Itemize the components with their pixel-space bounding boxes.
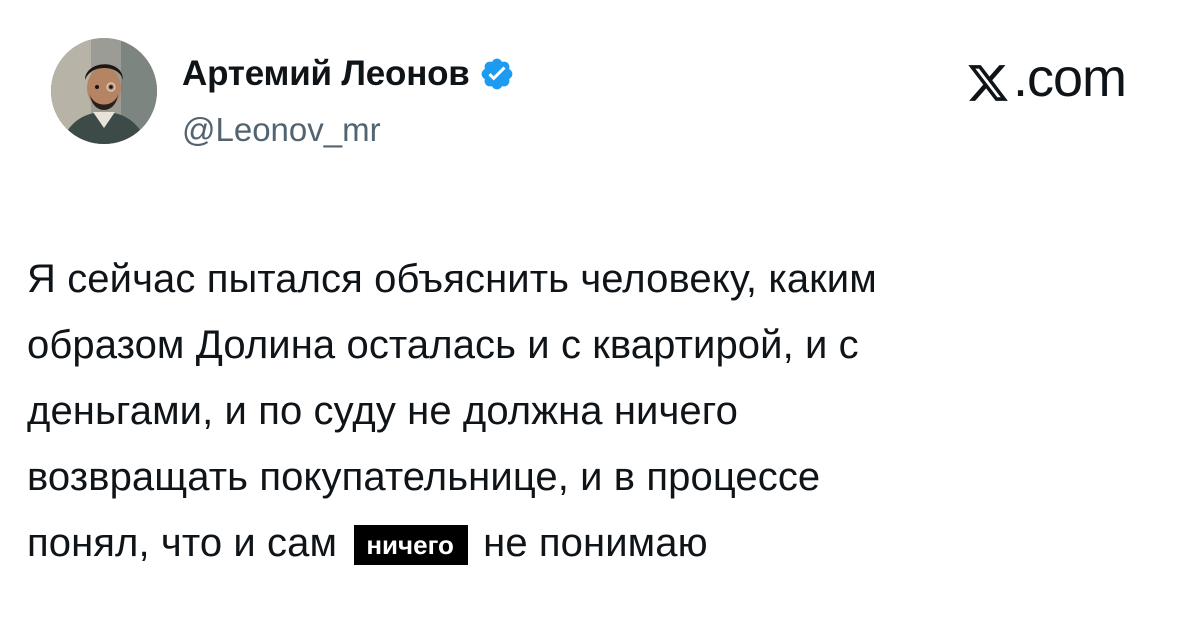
site-logo: .com <box>966 48 1127 108</box>
tweet-card: Артемий Леонов @Leonov_mr .com Я сейчас … <box>0 0 1200 618</box>
tweet-line-5: понял, что и сам ничего не понимаю <box>27 510 1187 576</box>
highlighted-word-box: ничего <box>354 525 468 565</box>
site-logo-text: .com <box>1013 48 1127 108</box>
tweet-line-5-before: понял, что и сам <box>27 521 338 565</box>
tweet-line-1: Я сейчас пытался объяснить человеку, как… <box>27 257 877 301</box>
author-name[interactable]: Артемий Леонов <box>182 52 470 96</box>
tweet-text: Я сейчас пытался объяснить человеку, как… <box>27 246 1187 576</box>
x-logo-icon <box>966 56 1010 101</box>
tweet-line-3: деньгами, и по суду не должна ничего <box>27 389 738 433</box>
tweet-line-2: образом Долина осталась и с квартирой, и… <box>27 323 859 367</box>
author-name-row: Артемий Леонов <box>182 52 515 96</box>
tweet-line-5-after: не понимаю <box>483 521 708 565</box>
author-handle[interactable]: @Leonov_mr <box>182 110 381 150</box>
verified-badge-icon <box>479 56 515 92</box>
tweet-line-4: возвращать покупательнице, и в процессе <box>27 455 821 499</box>
avatar[interactable] <box>51 38 157 144</box>
avatar-photo <box>51 38 157 144</box>
